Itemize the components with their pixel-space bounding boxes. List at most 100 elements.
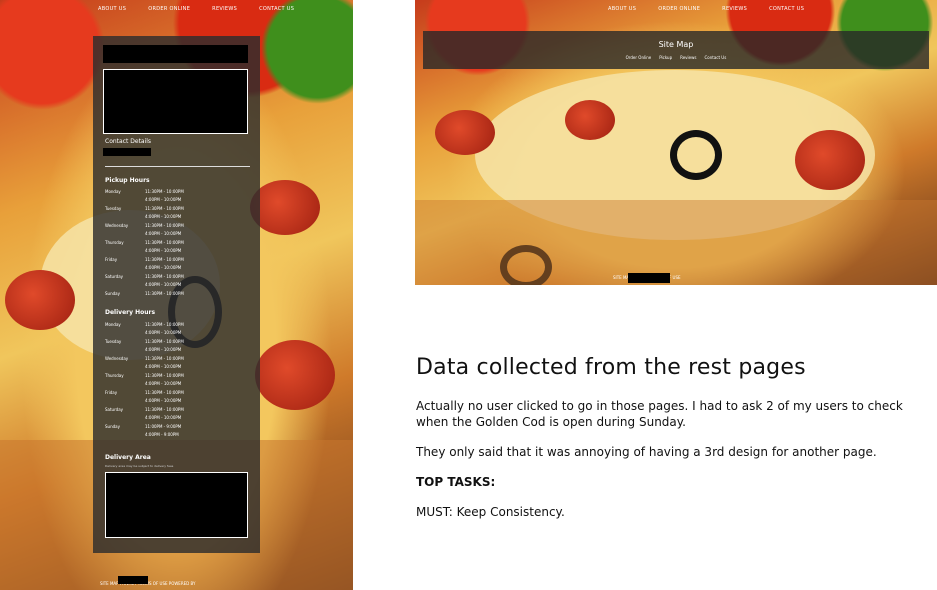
pepperoni-slice bbox=[435, 110, 495, 155]
nav-about-us[interactable]: ABOUT US bbox=[98, 6, 126, 12]
hours-time: 4:00PM - 10:00PM bbox=[145, 231, 182, 236]
redacted-phone bbox=[103, 148, 151, 156]
hours-row: Sunday 11:00PM - 9:00PM 4:00PM - 9:00PM bbox=[105, 424, 255, 437]
nav-contact-us[interactable]: CONTACT US bbox=[259, 6, 294, 12]
hours-time: 11:30PM - 10:00PM bbox=[145, 206, 184, 211]
hours-time: 11:00PM - 9:00PM bbox=[145, 424, 182, 429]
hours-time: 4:00PM - 10:00PM bbox=[145, 265, 182, 270]
hours-day: Saturday bbox=[105, 274, 124, 279]
nav-reviews[interactable]: REVIEWS bbox=[722, 6, 747, 12]
hours-time: 4:00PM - 10:00PM bbox=[145, 248, 182, 253]
pepperoni-slice bbox=[250, 180, 320, 235]
hours-row: Thursday 11:30PM - 10:00PM 4:00PM - 10:00P… bbox=[105, 373, 255, 386]
hours-time: 11:30PM - 10:00PM bbox=[145, 373, 184, 378]
hours-time: 11:30PM - 10:00PM bbox=[145, 257, 184, 262]
hours-day: Monday bbox=[105, 189, 121, 194]
hours-time: 11:30PM - 10:00PM bbox=[145, 356, 184, 361]
article-heading: Data collected from the rest pages bbox=[416, 355, 806, 380]
hours-day: Friday bbox=[105, 257, 118, 262]
hours-time: 4:00PM - 10:00PM bbox=[145, 330, 182, 335]
hours-time: 4:00PM - 10:00PM bbox=[145, 398, 182, 403]
hours-row: Tuesday 11:30PM - 10:00PM 4:00PM - 10:00PM bbox=[105, 206, 255, 219]
hours-time: 4:00PM - 10:00PM bbox=[145, 381, 182, 386]
sitemap-link[interactable]: Reviews bbox=[680, 55, 696, 60]
hours-time: 11:30PM - 10:00PM bbox=[145, 240, 184, 245]
hours-row: Saturday 11:30PM - 10:00PM 4:00PM - 10:00P… bbox=[105, 407, 255, 420]
redacted-delivery-map bbox=[105, 472, 248, 538]
hours-time: 11:30PM - 10:00PM bbox=[145, 274, 184, 279]
delivery-area-title: Delivery Area bbox=[105, 454, 151, 461]
hours-time: 11:30PM - 10:00PM bbox=[145, 390, 184, 395]
olive-slice bbox=[670, 130, 722, 180]
redacted-map bbox=[103, 69, 248, 134]
nav-order-online[interactable]: ORDER ONLINE bbox=[148, 6, 190, 12]
delivery-area-note: Delivery area may be subject to delivery… bbox=[105, 464, 174, 468]
article-paragraph-2: They only said that it was annoying of h… bbox=[416, 445, 877, 459]
redacted-footer-brand bbox=[118, 576, 148, 584]
pepperoni-slice bbox=[5, 270, 75, 330]
hours-time: 11:30PM - 10:00PM bbox=[145, 339, 184, 344]
contact-details-title: Contact Details bbox=[105, 138, 152, 145]
hours-row: Friday 11:30PM - 10:00PM 4:00PM - 10:00PM bbox=[105, 390, 255, 403]
hours-time: 11:30PM - 10:00PM bbox=[145, 223, 184, 228]
hours-time: 4:00PM - 10:00PM bbox=[145, 282, 182, 287]
hours-time: 4:00PM - 10:00PM bbox=[145, 364, 182, 369]
hours-time: 11:30PM - 10:00PM bbox=[145, 291, 184, 296]
right-page-screenshot: ABOUT US ORDER ONLINE REVIEWS CONTACT US… bbox=[415, 0, 937, 285]
must-item: MUST: Keep Consistency. bbox=[416, 505, 565, 519]
hours-row: Monday 11:30PM - 10:00PM 4:00PM - 10:00PM bbox=[105, 189, 255, 202]
sitemap-link[interactable]: Pickup bbox=[659, 55, 672, 60]
top-tasks-label: TOP TASKS: bbox=[416, 475, 496, 489]
nav-reviews[interactable]: REVIEWS bbox=[212, 6, 237, 12]
nav-order-online[interactable]: ORDER ONLINE bbox=[658, 6, 700, 12]
hours-day: Thursday bbox=[105, 373, 124, 378]
top-nav: ABOUT US ORDER ONLINE REVIEWS CONTACT US bbox=[98, 6, 294, 12]
redacted-footer-brand bbox=[628, 273, 670, 283]
article-paragraph-1: Actually no user clicked to go in those … bbox=[416, 399, 903, 429]
redacted-logo bbox=[103, 45, 248, 63]
pepperoni-slice bbox=[795, 130, 865, 190]
hours-day: Saturday bbox=[105, 407, 124, 412]
hours-day: Tuesday bbox=[105, 206, 122, 211]
hours-time: 11:30PM - 10:00PM bbox=[145, 322, 184, 327]
pepperoni-slice bbox=[565, 100, 615, 140]
hours-row: Friday 11:30PM - 10:00PM 4:00PM - 10:00PM bbox=[105, 257, 255, 270]
info-sidebar: Contact Details Pickup Hours Monday 11:30… bbox=[93, 36, 260, 553]
hours-row: Saturday 11:30PM - 10:00PM 4:00PM - 10:00P… bbox=[105, 274, 255, 287]
divider bbox=[105, 166, 250, 167]
left-page-screenshot: ABOUT US ORDER ONLINE REVIEWS CONTACT US… bbox=[0, 0, 353, 590]
hours-row: Monday 11:30PM - 10:00PM 4:00PM - 10:00PM bbox=[105, 322, 255, 335]
pepperoni-slice bbox=[255, 340, 335, 410]
sitemap-link[interactable]: Contact Us bbox=[704, 55, 726, 60]
hours-day: Thursday bbox=[105, 240, 124, 245]
hours-row: Wednesday 11:30PM - 10:00PM 4:00PM - 10:00… bbox=[105, 356, 255, 369]
sitemap-links: Order Online Pickup Reviews Contact Us bbox=[423, 55, 929, 60]
sitemap-banner: Site Map Order Online Pickup Reviews Con… bbox=[423, 31, 929, 69]
hours-day: Wednesday bbox=[105, 223, 129, 228]
sitemap-title: Site Map bbox=[658, 40, 694, 49]
hours-day: Wednesday bbox=[105, 356, 129, 361]
top-nav: ABOUT US ORDER ONLINE REVIEWS CONTACT US bbox=[608, 6, 804, 12]
nav-about-us[interactable]: ABOUT US bbox=[608, 6, 636, 12]
pickup-hours-title: Pickup Hours bbox=[105, 177, 150, 184]
hours-day: Friday bbox=[105, 390, 118, 395]
sitemap-link[interactable]: Order Online bbox=[626, 55, 652, 60]
delivery-hours-title: Delivery Hours bbox=[105, 309, 156, 316]
hours-day: Monday bbox=[105, 322, 121, 327]
hours-time: 11:30PM - 10:00PM bbox=[145, 407, 184, 412]
crust-region bbox=[415, 200, 937, 285]
hours-day: Tuesday bbox=[105, 339, 122, 344]
hours-time: 4:00PM - 10:00PM bbox=[145, 415, 182, 420]
hours-row: Tuesday 11:30PM - 10:00PM 4:00PM - 10:00PM bbox=[105, 339, 255, 352]
article: Data collected from the rest pages Actua… bbox=[416, 355, 906, 534]
hours-time: 11:30PM - 10:00PM bbox=[145, 189, 184, 194]
hours-row: Wednesday 11:30PM - 10:00PM 4:00PM - 10:00… bbox=[105, 223, 255, 236]
hours-time: 4:00PM - 10:00PM bbox=[145, 197, 182, 202]
hours-day: Sunday bbox=[105, 424, 120, 429]
hours-row: Sunday 11:30PM - 10:00PM bbox=[105, 291, 255, 299]
hours-day: Sunday bbox=[105, 291, 120, 296]
hours-time: 4:00PM - 10:00PM bbox=[145, 347, 182, 352]
hours-row: Thursday 11:30PM - 10:00PM 4:00PM - 10:00P… bbox=[105, 240, 255, 253]
hours-time: 4:00PM - 9:00PM bbox=[145, 432, 179, 437]
nav-contact-us[interactable]: CONTACT US bbox=[769, 6, 804, 12]
